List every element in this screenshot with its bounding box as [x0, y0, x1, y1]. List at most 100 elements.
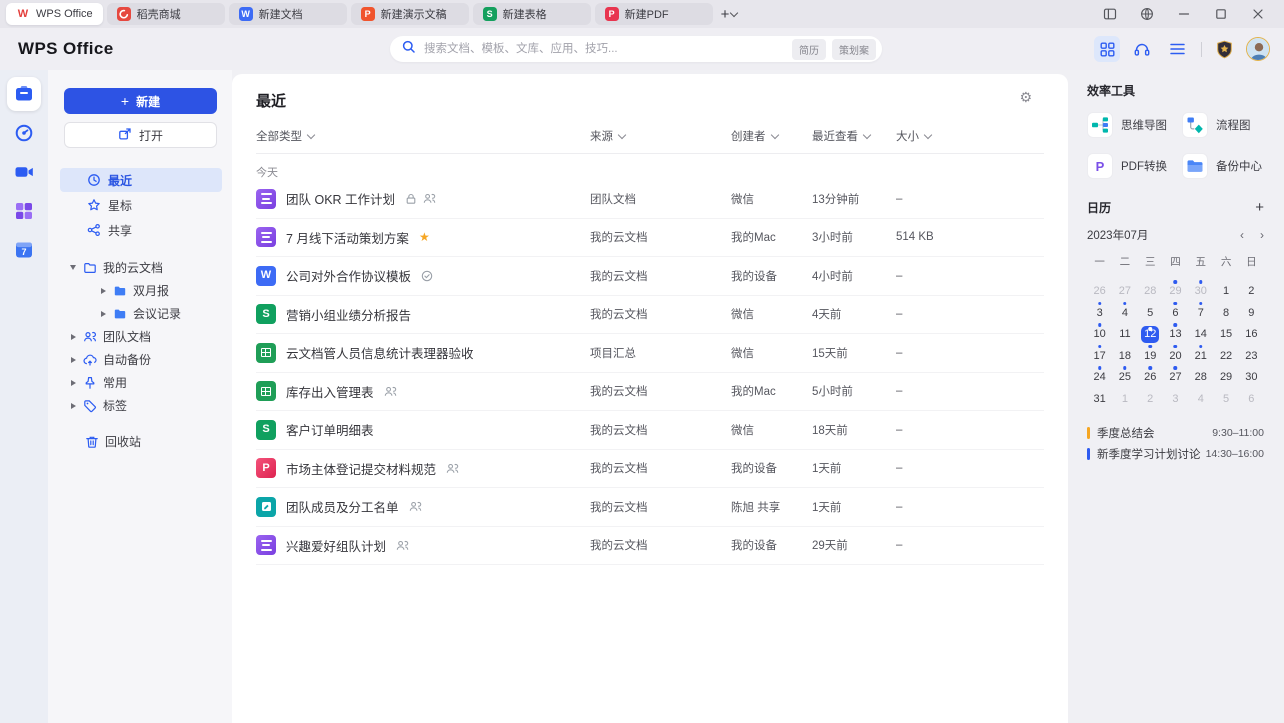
vip-badge-icon[interactable] [1211, 36, 1237, 62]
split-view-icon[interactable] [1102, 6, 1118, 22]
file-row[interactable]: 库存出入管理表 我的云文档 我的Mac 5小时前 – [256, 373, 1044, 411]
calendar-day[interactable]: 2 [1138, 387, 1163, 409]
search-input[interactable] [422, 42, 786, 56]
calendar-day[interactable]: 29 [1213, 365, 1238, 387]
calendar-day[interactable]: 20 [1163, 344, 1188, 366]
calendar-day[interactable]: 3 [1163, 387, 1188, 409]
global-search-bar[interactable]: 简历 策划案 [390, 36, 882, 62]
file-row[interactable]: W 公司对外合作协议模板 我的云文档 我的设备 4小时前 – [256, 257, 1044, 296]
tool-pdf-convert[interactable]: P PDF转换 [1087, 153, 1182, 179]
headset-icon[interactable] [1129, 36, 1155, 62]
caret-right-icon[interactable] [69, 356, 77, 364]
calendar-day[interactable]: 26 [1087, 279, 1112, 301]
calendar-day[interactable]: 15 [1213, 322, 1238, 344]
calendar-day[interactable]: 31 [1087, 387, 1112, 409]
sidebar-item-clock[interactable]: 最近 [60, 168, 222, 192]
calendar-day[interactable]: 30 [1239, 365, 1264, 387]
file-row[interactable]: 7 月线下活动策划方案 ★ 我的云文档 我的Mac 3小时前 514 KB [256, 219, 1044, 257]
tab-docer[interactable]: 稻壳商城 [106, 3, 225, 25]
file-row[interactable]: P 市场主体登记提交材料规范 我的云文档 我的设备 1天前 – [256, 450, 1044, 488]
calendar-day[interactable]: 8 [1213, 301, 1238, 323]
chevron-left-icon[interactable]: ‹ [1240, 228, 1244, 242]
caret-right-icon[interactable] [69, 402, 77, 410]
file-row[interactable]: 团队 OKR 工作计划 团队文档 微信 13分钟前 – [256, 180, 1044, 219]
tool-flowchart[interactable]: 流程图 [1182, 112, 1264, 138]
apps-grid-icon[interactable] [1094, 36, 1120, 62]
sidebar-item-trash[interactable]: 回收站 [48, 430, 232, 453]
rail-item-documents[interactable] [7, 77, 41, 111]
calendar-day[interactable]: 4 [1188, 387, 1213, 409]
rail-item-calendar[interactable]: 7 [7, 233, 41, 267]
calendar-event[interactable]: 新季度学习计划讨论 14:30–16:00 [1087, 443, 1264, 464]
calendar-day[interactable]: 26 [1138, 365, 1163, 387]
calendar-day[interactable]: 17 [1087, 344, 1112, 366]
tree-item[interactable]: 标签 [48, 394, 232, 417]
calendar-day[interactable]: 28 [1138, 279, 1163, 301]
tree-item[interactable]: 自动备份 [48, 348, 232, 371]
new-document-button[interactable]: + 新建 [64, 88, 217, 114]
calendar-day[interactable]: 23 [1239, 344, 1264, 366]
tree-item[interactable]: 会议记录 [48, 302, 232, 325]
tab-spreadsheet[interactable]: S 新建表格 [472, 3, 591, 25]
tab-presentation[interactable]: P 新建演示文稿 [350, 3, 469, 25]
file-row[interactable]: S 客户订单明细表 我的云文档 微信 18天前 – [256, 411, 1044, 450]
gear-icon[interactable]: ⚙ [1019, 91, 1032, 105]
maximize-icon[interactable] [1213, 6, 1229, 22]
calendar-add-icon[interactable]: + [1255, 200, 1264, 215]
filter-dropdown[interactable]: 来源 [590, 128, 731, 144]
filter-dropdown[interactable]: 大小 [896, 128, 1044, 144]
tab-wps-logo[interactable]: W WPS Office [6, 3, 103, 25]
calendar-day[interactable]: 10 [1087, 322, 1112, 344]
calendar-day[interactable]: 27 [1112, 279, 1137, 301]
minimize-icon[interactable] [1176, 6, 1192, 22]
calendar-day[interactable]: 29 [1163, 279, 1188, 301]
calendar-day[interactable]: 4 [1112, 301, 1137, 323]
caret-right-icon[interactable] [69, 379, 77, 387]
file-row[interactable]: 团队成员及分工名单 我的云文档 陈旭 共享 1天前 – [256, 488, 1044, 527]
calendar-day[interactable]: 21 [1188, 344, 1213, 366]
tree-item[interactable]: 双月报 [48, 279, 232, 302]
calendar-day[interactable]: 27 [1163, 365, 1188, 387]
tool-backup-folder[interactable]: 备份中心 [1182, 153, 1264, 179]
calendar-day[interactable]: 5 [1213, 387, 1238, 409]
file-row[interactable]: 云文档管人员信息统计表理器验收 项目汇总 微信 15天前 – [256, 334, 1044, 373]
filter-dropdown[interactable]: 最近查看 [812, 128, 896, 144]
calendar-day[interactable]: 6 [1239, 387, 1264, 409]
caret-right-icon[interactable] [99, 310, 107, 318]
search-tag-proposal[interactable]: 策划案 [832, 38, 876, 60]
calendar-day-selected[interactable]: 12 [1138, 322, 1163, 344]
filter-dropdown[interactable]: 创建者 [731, 128, 812, 144]
caret-down-icon[interactable] [69, 264, 77, 272]
sidebar-item-share[interactable]: 共享 [60, 218, 222, 242]
calendar-day[interactable]: 3 [1087, 301, 1112, 323]
calendar-day[interactable]: 13 [1163, 322, 1188, 344]
tab-pdf[interactable]: P 新建PDF [594, 3, 713, 25]
calendar-day[interactable]: 28 [1188, 365, 1213, 387]
globe-icon[interactable] [1139, 6, 1155, 22]
calendar-day[interactable]: 24 [1087, 365, 1112, 387]
sidebar-item-star[interactable]: 星标 [60, 193, 222, 217]
calendar-day[interactable]: 25 [1112, 365, 1137, 387]
rail-item-schedule[interactable] [7, 116, 41, 150]
tree-item[interactable]: 团队文档 [48, 325, 232, 348]
calendar-event[interactable]: 季度总结会 9:30–11:00 [1087, 422, 1264, 443]
file-row[interactable]: S 营销小组业绩分析报告 我的云文档 微信 4天前 – [256, 296, 1044, 334]
calendar-day[interactable]: 1 [1112, 387, 1137, 409]
caret-right-icon[interactable] [99, 287, 107, 295]
search-tag-resume[interactable]: 简历 [792, 38, 826, 60]
rail-item-meeting[interactable] [7, 155, 41, 189]
calendar-day[interactable]: 2 [1239, 279, 1264, 301]
calendar-day[interactable]: 22 [1213, 344, 1238, 366]
new-tab-button[interactable]: + [721, 7, 739, 22]
calendar-day[interactable]: 19 [1138, 344, 1163, 366]
chevron-right-icon[interactable]: › [1260, 228, 1264, 242]
caret-right-icon[interactable] [69, 333, 77, 341]
calendar-day[interactable]: 16 [1239, 322, 1264, 344]
file-row[interactable]: 兴趣爱好组队计划 我的云文档 我的设备 29天前 – [256, 527, 1044, 565]
rail-item-apps[interactable] [7, 194, 41, 228]
filter-dropdown[interactable]: 全部类型 [256, 128, 590, 144]
calendar-day[interactable]: 18 [1112, 344, 1137, 366]
avatar[interactable] [1246, 37, 1270, 61]
calendar-day[interactable]: 5 [1138, 301, 1163, 323]
tab-writer[interactable]: W 新建文档 [228, 3, 347, 25]
